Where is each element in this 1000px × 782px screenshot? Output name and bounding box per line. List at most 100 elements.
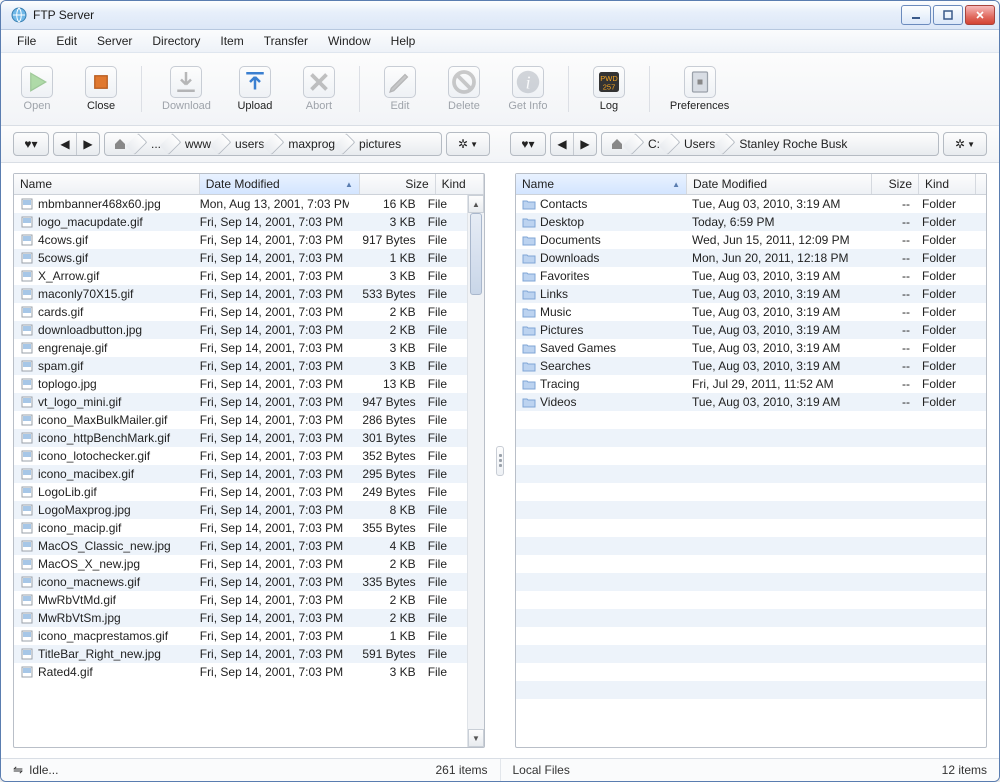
col-size[interactable]: Size	[872, 174, 919, 194]
file-row[interactable]: LogoLib.gifFri, Sep 14, 2001, 7:03 PM249…	[14, 483, 468, 501]
file-row[interactable]: VideosTue, Aug 03, 2010, 3:19 AM--Folder	[516, 393, 986, 411]
cell-size: --	[870, 395, 916, 409]
file-row[interactable]: Saved GamesTue, Aug 03, 2010, 3:19 AM--F…	[516, 339, 986, 357]
file-row[interactable]: Rated4.gifFri, Sep 14, 2001, 7:03 PM3 KB…	[14, 663, 468, 681]
file-row[interactable]: 5cows.gifFri, Sep 14, 2001, 7:03 PM1 KBF…	[14, 249, 468, 267]
file-row[interactable]: MusicTue, Aug 03, 2010, 3:19 AM--Folder	[516, 303, 986, 321]
edit-button[interactable]: Edit	[372, 64, 428, 114]
breadcrumb-segment[interactable]: Users	[670, 133, 725, 155]
close-button[interactable]	[965, 5, 995, 25]
file-row[interactable]: TracingFri, Jul 29, 2011, 11:52 AM--Fold…	[516, 375, 986, 393]
col-date[interactable]: Date Modified▲	[200, 174, 360, 194]
file-row[interactable]: X_Arrow.gifFri, Sep 14, 2001, 7:03 PM3 K…	[14, 267, 468, 285]
remote-gear-button[interactable]: ✲▼	[446, 132, 490, 156]
menu-help[interactable]: Help	[383, 32, 424, 50]
menu-edit[interactable]: Edit	[48, 32, 85, 50]
menu-directory[interactable]: Directory	[144, 32, 208, 50]
titlebar[interactable]: FTP Server	[1, 1, 999, 30]
menu-transfer[interactable]: Transfer	[256, 32, 316, 50]
file-row[interactable]: engrenaje.gifFri, Sep 14, 2001, 7:03 PM3…	[14, 339, 468, 357]
menu-item[interactable]: Item	[212, 32, 251, 50]
menu-window[interactable]: Window	[320, 32, 379, 50]
remote-file-list[interactable]: mbmbanner468x60.jpgMon, Aug 13, 2001, 7:…	[14, 195, 468, 747]
file-row[interactable]: TitleBar_Right_new.jpgFri, Sep 14, 2001,…	[14, 645, 468, 663]
file-row[interactable]: DesktopToday, 6:59 PM--Folder	[516, 213, 986, 231]
file-row[interactable]: icono_MaxBulkMailer.gifFri, Sep 14, 2001…	[14, 411, 468, 429]
menu-server[interactable]: Server	[89, 32, 140, 50]
file-row[interactable]: LinksTue, Aug 03, 2010, 3:19 AM--Folder	[516, 285, 986, 303]
file-row[interactable]: vt_logo_mini.gifFri, Sep 14, 2001, 7:03 …	[14, 393, 468, 411]
file-row[interactable]: logo_macupdate.gifFri, Sep 14, 2001, 7:0…	[14, 213, 468, 231]
file-row[interactable]: MacOS_Classic_new.jpgFri, Sep 14, 2001, …	[14, 537, 468, 555]
close-button[interactable]: Close	[73, 64, 129, 114]
scroll-thumb[interactable]	[470, 213, 482, 295]
col-name[interactable]: Name	[14, 174, 200, 194]
abort-button[interactable]: Abort	[291, 64, 347, 114]
col-kind[interactable]: Kind	[919, 174, 976, 194]
file-row[interactable]: icono_lotochecker.gifFri, Sep 14, 2001, …	[14, 447, 468, 465]
remote-breadcrumb[interactable]: ...wwwusersmaxprogpictures	[104, 132, 442, 156]
log-button[interactable]: PWD257Log	[581, 64, 637, 114]
breadcrumb-segment[interactable]: pictures	[345, 133, 411, 155]
file-row[interactable]: cards.gifFri, Sep 14, 2001, 7:03 PM2 KBF…	[14, 303, 468, 321]
scroll-up-button[interactable]: ▲	[468, 195, 484, 213]
file-row[interactable]: SearchesTue, Aug 03, 2010, 3:19 AM--Fold…	[516, 357, 986, 375]
getinfo-button[interactable]: iGet Info	[500, 64, 556, 114]
col-size[interactable]: Size	[360, 174, 436, 194]
preferences-button[interactable]: Preferences	[662, 64, 737, 114]
breadcrumb-home[interactable]	[105, 133, 137, 155]
forward-button[interactable]: ▶	[77, 133, 99, 155]
col-name[interactable]: Name▲	[516, 174, 687, 194]
delete-button[interactable]: Delete	[436, 64, 492, 114]
maximize-button[interactable]	[933, 5, 963, 25]
file-row[interactable]: DownloadsMon, Jun 20, 2011, 12:18 PM--Fo…	[516, 249, 986, 267]
local-breadcrumb[interactable]: C:UsersStanley Roche Busk	[601, 132, 939, 156]
open-button[interactable]: Open	[9, 64, 65, 114]
file-row[interactable]: FavoritesTue, Aug 03, 2010, 3:19 AM--Fol…	[516, 267, 986, 285]
back-button[interactable]: ◀	[551, 133, 574, 155]
file-row[interactable]: MacOS_X_new.jpgFri, Sep 14, 2001, 7:03 P…	[14, 555, 468, 573]
file-row[interactable]: ContactsTue, Aug 03, 2010, 3:19 AM--Fold…	[516, 195, 986, 213]
file-row[interactable]: 4cows.gifFri, Sep 14, 2001, 7:03 PM917 B…	[14, 231, 468, 249]
col-kind[interactable]: Kind	[436, 174, 484, 194]
scroll-down-button[interactable]: ▼	[468, 729, 484, 747]
local-gear-button[interactable]: ✲▼	[943, 132, 987, 156]
download-button[interactable]: Download	[154, 64, 219, 114]
file-row[interactable]: LogoMaxprog.jpgFri, Sep 14, 2001, 7:03 P…	[14, 501, 468, 519]
breadcrumb-segment[interactable]: C:	[634, 133, 670, 155]
breadcrumb-home[interactable]	[602, 133, 634, 155]
local-file-list[interactable]: ContactsTue, Aug 03, 2010, 3:19 AM--Fold…	[516, 195, 986, 747]
file-row[interactable]: mbmbanner468x60.jpgMon, Aug 13, 2001, 7:…	[14, 195, 468, 213]
file-row[interactable]: MwRbVtMd.gifFri, Sep 14, 2001, 7:03 PM2 …	[14, 591, 468, 609]
file-row[interactable]: DocumentsWed, Jun 15, 2011, 12:09 PM--Fo…	[516, 231, 986, 249]
col-date[interactable]: Date Modified	[687, 174, 872, 194]
cell-name: Pictures	[516, 323, 686, 337]
file-row[interactable]: maconly70X15.gifFri, Sep 14, 2001, 7:03 …	[14, 285, 468, 303]
minimize-button[interactable]	[901, 5, 931, 25]
breadcrumb-segment[interactable]: www	[171, 133, 221, 155]
file-row[interactable]: icono_macip.gifFri, Sep 14, 2001, 7:03 P…	[14, 519, 468, 537]
splitter[interactable]	[495, 173, 505, 748]
favorites-menu-button[interactable]: ♥▾	[13, 132, 49, 156]
file-row[interactable]: toplogo.jpgFri, Sep 14, 2001, 7:03 PM13 …	[14, 375, 468, 393]
file-row[interactable]: icono_macprestamos.gifFri, Sep 14, 2001,…	[14, 627, 468, 645]
breadcrumb-segment[interactable]: users	[221, 133, 274, 155]
scrollbar[interactable]: ▲ ▼	[467, 195, 484, 747]
file-row[interactable]: MwRbVtSm.jpgFri, Sep 14, 2001, 7:03 PM2 …	[14, 609, 468, 627]
breadcrumb-overflow[interactable]: ...	[137, 133, 171, 155]
file-row[interactable]: icono_macibex.gifFri, Sep 14, 2001, 7:03…	[14, 465, 468, 483]
file-row[interactable]: spam.gifFri, Sep 14, 2001, 7:03 PM3 KBFi…	[14, 357, 468, 375]
cell-date: Tue, Aug 03, 2010, 3:19 AM	[686, 323, 870, 337]
forward-button[interactable]: ▶	[574, 133, 596, 155]
status-remote: ⇋ Idle... 261 items	[1, 759, 501, 781]
breadcrumb-segment[interactable]: maxprog	[274, 133, 345, 155]
file-row[interactable]: icono_macnews.gifFri, Sep 14, 2001, 7:03…	[14, 573, 468, 591]
upload-button[interactable]: Upload	[227, 64, 283, 114]
menu-file[interactable]: File	[9, 32, 44, 50]
file-row[interactable]: PicturesTue, Aug 03, 2010, 3:19 AM--Fold…	[516, 321, 986, 339]
back-button[interactable]: ◀	[54, 133, 77, 155]
file-row[interactable]: downloadbutton.jpgFri, Sep 14, 2001, 7:0…	[14, 321, 468, 339]
breadcrumb-segment[interactable]: Stanley Roche Busk	[725, 133, 857, 155]
favorites-menu-button[interactable]: ♥▾	[510, 132, 546, 156]
file-row[interactable]: icono_httpBenchMark.gifFri, Sep 14, 2001…	[14, 429, 468, 447]
